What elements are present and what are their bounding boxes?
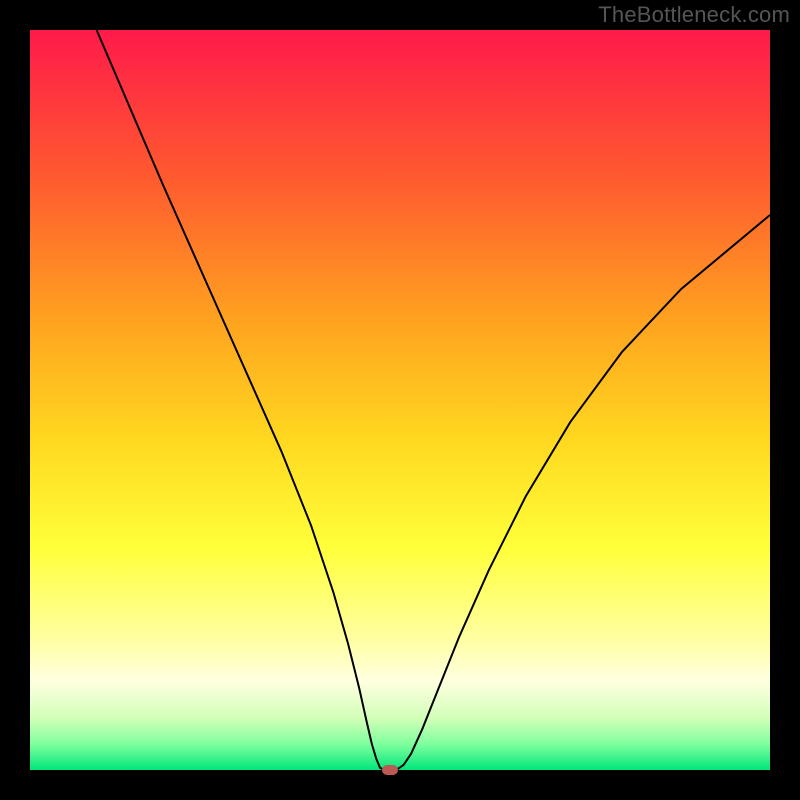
- optimum-marker: [382, 765, 398, 775]
- chart-container: TheBottleneck.com: [0, 0, 800, 800]
- plot-svg: [30, 30, 770, 770]
- plot-frame: [30, 30, 770, 770]
- gradient-background: [30, 30, 770, 770]
- attribution-text: TheBottleneck.com: [598, 2, 790, 28]
